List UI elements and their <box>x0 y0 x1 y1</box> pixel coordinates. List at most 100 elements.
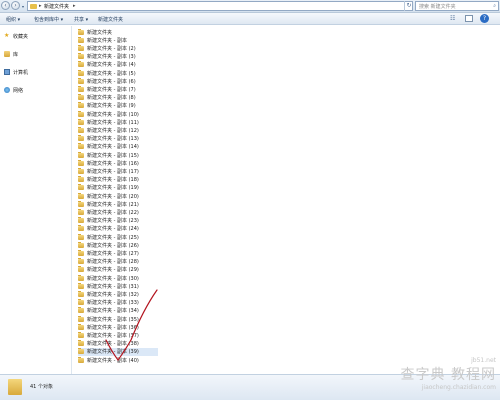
list-item[interactable]: 新建文件夹 - 副本 (33) <box>78 299 158 307</box>
back-button[interactable]: ‹ <box>1 1 10 10</box>
list-item[interactable]: 新建文件夹 - 副本 (11) <box>78 118 158 126</box>
folder-icon <box>78 208 84 215</box>
folder-icon <box>78 217 84 224</box>
list-item-label: 新建文件夹 - 副本 (36) <box>87 324 139 331</box>
list-item[interactable]: 新建文件夹 - 副本 (34) <box>78 307 158 315</box>
preview-pane-icon[interactable] <box>465 15 473 22</box>
list-item-label: 新建文件夹 - 副本 (26) <box>87 242 139 249</box>
list-item-label: 新建文件夹 - 副本 (17) <box>87 168 139 175</box>
list-item-label: 新建文件夹 - 副本 (25) <box>87 234 139 241</box>
chevron-right-icon[interactable]: ▸ <box>39 3 42 9</box>
search-icon[interactable]: ⌕ <box>493 3 496 9</box>
list-item[interactable]: 新建文件夹 - 副本 (9) <box>78 102 158 110</box>
include-in-library-button[interactable]: 包含到库中 ▾ <box>34 16 63 23</box>
list-item-label: 新建文件夹 - 副本 (24) <box>87 226 139 233</box>
sidebar-item-label: 计算机 <box>13 69 29 76</box>
list-item-label: 新建文件夹 - 副本 (39) <box>87 349 139 356</box>
folder-icon <box>78 290 84 297</box>
list-item[interactable]: 新建文件夹 - 副本 (35) <box>78 315 158 323</box>
sidebar-item-network[interactable]: 网络 <box>4 86 23 94</box>
list-item[interactable]: 新建文件夹 - 副本 (15) <box>78 151 158 159</box>
folder-icon <box>78 340 84 347</box>
list-item[interactable]: 新建文件夹 - 副本 (30) <box>78 274 158 282</box>
sidebar-item-computer[interactable]: 计算机 <box>4 68 28 76</box>
list-item[interactable]: 新建文件夹 - 副本 (8) <box>78 94 158 102</box>
folder-icon <box>78 331 84 338</box>
list-item-label: 新建文件夹 - 副本 (4) <box>87 62 136 69</box>
list-item[interactable]: 新建文件夹 - 副本 (5) <box>78 69 158 77</box>
list-item-label: 新建文件夹 - 副本 (32) <box>87 291 139 298</box>
list-item[interactable]: 新建文件夹 - 副本 (3) <box>78 53 158 61</box>
folder-icon <box>78 176 84 183</box>
command-bar: 组织 ▾ 包含到库中 ▾ 共享 ▾ 新建文件夹 ☷ ? <box>0 13 500 25</box>
list-item[interactable]: 新建文件夹 - 副本 (13) <box>78 135 158 143</box>
list-item[interactable]: 新建文件夹 - 副本 (17) <box>78 167 158 175</box>
list-item[interactable]: 新建文件夹 - 副本 (23) <box>78 217 158 225</box>
list-item[interactable]: 新建文件夹 - 副本 (36) <box>78 323 158 331</box>
list-item[interactable]: 新建文件夹 - 副本 (10) <box>78 110 158 118</box>
folder-icon <box>78 44 84 51</box>
refresh-icon[interactable]: ↻ <box>404 1 413 11</box>
folder-icon <box>78 249 84 256</box>
search-input[interactable]: 搜索 新建文件夹 ⌕ <box>415 1 499 11</box>
folder-icon <box>78 258 84 265</box>
list-item[interactable]: 新建文件夹 - 副本 (22) <box>78 208 158 216</box>
list-item[interactable]: 新建文件夹 - 副本 (24) <box>78 225 158 233</box>
list-item[interactable]: 新建文件夹 - 副本 (18) <box>78 176 158 184</box>
list-item[interactable]: 新建文件夹 - 副本 (6) <box>78 77 158 85</box>
list-item[interactable]: 新建文件夹 - 副本 (31) <box>78 282 158 290</box>
list-item[interactable]: 新建文件夹 - 副本 (39) <box>78 347 158 356</box>
list-item-label: 新建文件夹 <box>87 29 113 36</box>
list-item[interactable]: 新建文件夹 - 副本 (40) <box>78 356 158 364</box>
list-item[interactable]: 新建文件夹 <box>78 28 158 36</box>
chevron-right-icon[interactable]: ▸ <box>73 3 76 9</box>
list-item-label: 新建文件夹 - 副本 (34) <box>87 308 139 315</box>
list-item[interactable]: 新建文件夹 - 副本 (38) <box>78 340 158 348</box>
list-item[interactable]: 新建文件夹 - 副本 (19) <box>78 184 158 192</box>
list-item-label: 新建文件夹 - 副本 (2) <box>87 45 136 52</box>
list-item[interactable]: 新建文件夹 - 副本 (4) <box>78 61 158 69</box>
folder-icon <box>78 241 84 248</box>
folder-icon <box>78 282 84 289</box>
folder-icon <box>78 299 84 306</box>
list-item[interactable]: 新建文件夹 - 副本 (7) <box>78 85 158 93</box>
folder-icon <box>78 135 84 142</box>
address-bar: ‹ › ▾ ▸ 新建文件夹 ▸ ↻ 搜索 新建文件夹 ⌕ <box>0 0 500 13</box>
organize-button[interactable]: 组织 ▾ <box>6 16 20 23</box>
new-folder-button[interactable]: 新建文件夹 <box>98 16 123 23</box>
folder-icon <box>78 200 84 207</box>
list-item[interactable]: 新建文件夹 - 副本 (21) <box>78 200 158 208</box>
sidebar-item-label: 库 <box>13 51 19 58</box>
help-icon[interactable]: ? <box>480 14 489 23</box>
list-item[interactable]: 新建文件夹 - 副本 <box>78 36 158 44</box>
list-item[interactable]: 新建文件夹 - 副本 (25) <box>78 233 158 241</box>
breadcrumb[interactable]: 新建文件夹 <box>44 3 69 10</box>
address-input[interactable]: ▸ 新建文件夹 ▸ <box>27 1 413 11</box>
list-item[interactable]: 新建文件夹 - 副本 (16) <box>78 159 158 167</box>
list-item[interactable]: 新建文件夹 - 副本 (2) <box>78 44 158 52</box>
list-item[interactable]: 新建文件夹 - 副本 (27) <box>78 249 158 257</box>
folder-icon <box>78 126 84 133</box>
sidebar-item-libraries[interactable]: 库 <box>4 50 18 58</box>
folder-icon <box>78 307 84 314</box>
list-item[interactable]: 新建文件夹 - 副本 (29) <box>78 266 158 274</box>
folder-icon <box>8 379 22 395</box>
list-item[interactable]: 新建文件夹 - 副本 (14) <box>78 143 158 151</box>
list-item-label: 新建文件夹 - 副本 (27) <box>87 250 139 257</box>
folder-icon <box>78 167 84 174</box>
list-item-label: 新建文件夹 - 副本 (3) <box>87 54 136 61</box>
view-options-icon[interactable]: ☷ <box>450 15 455 22</box>
watermark: jb51.net 查字典 教程网 jiaocheng.chazidian.com <box>401 357 496 391</box>
list-item-label: 新建文件夹 - 副本 (18) <box>87 177 139 184</box>
list-item[interactable]: 新建文件夹 - 副本 (32) <box>78 290 158 298</box>
list-item[interactable]: 新建文件夹 - 副本 (12) <box>78 126 158 134</box>
list-item-label: 新建文件夹 - 副本 (16) <box>87 160 139 167</box>
list-item[interactable]: 新建文件夹 - 副本 (37) <box>78 331 158 339</box>
forward-button[interactable]: › <box>11 1 20 10</box>
history-dropdown-icon[interactable]: ▾ <box>22 4 24 9</box>
list-item[interactable]: 新建文件夹 - 副本 (20) <box>78 192 158 200</box>
list-item[interactable]: 新建文件夹 - 副本 (28) <box>78 258 158 266</box>
list-item[interactable]: 新建文件夹 - 副本 (26) <box>78 241 158 249</box>
sidebar-item-favorites[interactable]: ★ 收藏夹 <box>4 32 28 40</box>
share-button[interactable]: 共享 ▾ <box>74 16 88 23</box>
